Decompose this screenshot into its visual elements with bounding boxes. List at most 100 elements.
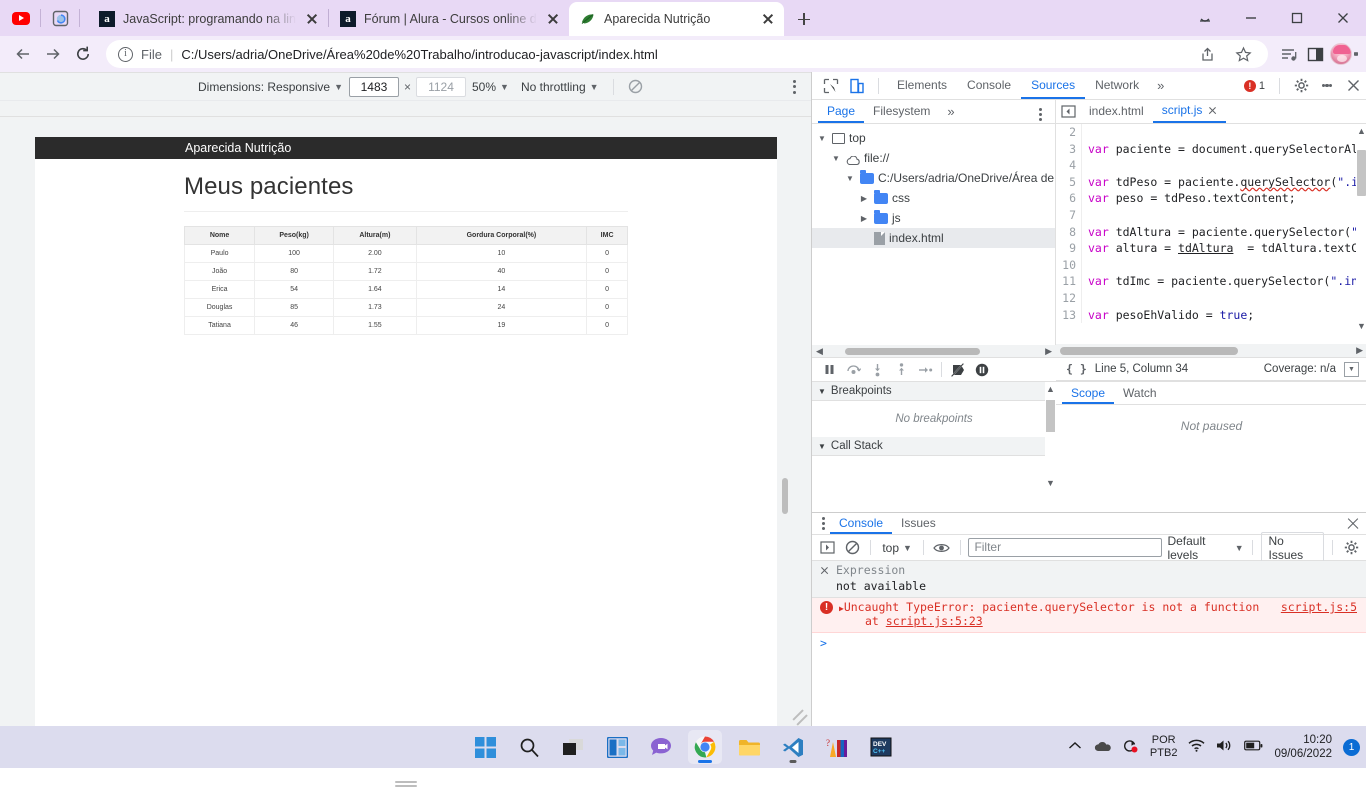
- viewport-resize-handle-bottom[interactable]: [395, 781, 417, 789]
- bookmark-star-icon[interactable]: [1230, 41, 1256, 67]
- close-icon[interactable]: [545, 11, 561, 27]
- media-list-icon[interactable]: [1276, 41, 1302, 67]
- scroll-up-icon[interactable]: ▲: [1046, 384, 1055, 394]
- log-levels-dropdown[interactable]: Default levels ▼: [1167, 534, 1243, 562]
- scroll-left-icon[interactable]: ◀: [812, 346, 827, 357]
- devtools-close-icon[interactable]: [1340, 73, 1366, 99]
- share-icon[interactable]: [1194, 41, 1220, 67]
- chevron-right-icon[interactable]: ▶: [858, 214, 870, 223]
- tab-console[interactable]: Console: [957, 72, 1021, 99]
- error-count-badge[interactable]: ! 1: [1237, 78, 1271, 93]
- notification-badge[interactable]: 1: [1343, 738, 1360, 756]
- live-expression-row[interactable]: Expression not available: [812, 561, 1366, 598]
- console-filter-input[interactable]: Filter: [968, 538, 1163, 557]
- windows-update-icon[interactable]: [1123, 739, 1139, 756]
- show-hidden-icons[interactable]: [1068, 741, 1082, 754]
- scrollbar-thumb[interactable]: [1060, 346, 1238, 355]
- pause-icon[interactable]: [818, 360, 840, 380]
- throttling-dropdown[interactable]: No throttling ▼: [515, 80, 605, 94]
- new-tab-button[interactable]: [790, 5, 818, 33]
- tab-scope[interactable]: Scope: [1062, 382, 1115, 404]
- rotate-disabled-icon[interactable]: [622, 79, 649, 94]
- editor-tab-index-html[interactable]: index.html: [1080, 100, 1153, 123]
- viewport-resize-handle-right[interactable]: [782, 478, 788, 514]
- language-indicator[interactable]: POR PTB2: [1150, 734, 1178, 760]
- volume-icon[interactable]: [1216, 739, 1233, 755]
- remove-expression-icon[interactable]: [820, 566, 829, 575]
- editor-tab-script-js[interactable]: script.js: [1152, 100, 1227, 123]
- browser-tab-2[interactable]: Aparecida Nutrição: [569, 2, 784, 36]
- tab-console-drawer[interactable]: Console: [830, 513, 893, 534]
- tree-node-file-origin[interactable]: ▼ file://: [812, 148, 1055, 168]
- minimize-window-icon[interactable]: [1182, 0, 1228, 36]
- scroll-down-icon[interactable]: ▼: [1357, 321, 1366, 331]
- tree-node-js[interactable]: ▶ js: [812, 208, 1055, 228]
- browser-tab-0[interactable]: a JavaScript: programando na lingu: [88, 2, 328, 36]
- tab-network[interactable]: Network: [1085, 72, 1149, 99]
- code-viewer[interactable]: 2 3 var paciente = document.querySelector…: [1056, 124, 1366, 333]
- format-braces-icon[interactable]: { }: [1056, 362, 1095, 376]
- forward-button[interactable]: [38, 39, 68, 69]
- task-view-button[interactable]: [556, 730, 590, 764]
- browser-menu-icon[interactable]: [1354, 41, 1358, 67]
- devcpp-taskbar-icon[interactable]: DEV C++: [864, 730, 898, 764]
- tree-node-css[interactable]: ▶ css: [812, 188, 1055, 208]
- pretty-print-icon[interactable]: ▼: [1344, 361, 1359, 377]
- step-over-icon[interactable]: [842, 360, 864, 380]
- tree-node-top[interactable]: ▼ top: [812, 128, 1055, 148]
- console-context-dropdown[interactable]: top ▼: [879, 541, 915, 555]
- console-error-message[interactable]: ! ▶Uncaught TypeError: paciente.querySel…: [812, 598, 1366, 633]
- widgets-button[interactable]: [600, 730, 634, 764]
- tab-issues[interactable]: Issues: [892, 513, 945, 534]
- callstack-section-header[interactable]: ▼ Call Stack: [812, 437, 1056, 456]
- navigator-overflow-icon[interactable]: »: [939, 104, 962, 119]
- close-icon[interactable]: [760, 11, 776, 27]
- navigator-horizontal-scrollbar[interactable]: ◀ ▶: [812, 345, 1056, 357]
- no-issues-button[interactable]: No Issues: [1260, 531, 1325, 564]
- device-more-options[interactable]: [793, 78, 797, 96]
- chevron-down-icon[interactable]: ▼: [816, 134, 828, 143]
- scrollbar-thumb[interactable]: [1046, 400, 1055, 432]
- tree-node-folder-root[interactable]: ▼ C:/Users/adria/OneDrive/Área de: [812, 168, 1055, 188]
- file-explorer-taskbar-icon[interactable]: [732, 730, 766, 764]
- reading-list-icon[interactable]: [47, 5, 73, 31]
- devtools-menu-icon[interactable]: [1314, 73, 1340, 99]
- address-bar[interactable]: i File | C:/Users/adria/OneDrive/Área%20…: [106, 40, 1268, 68]
- viewport-width-input[interactable]: 1483: [348, 76, 399, 97]
- chevron-down-icon[interactable]: ▼: [844, 174, 856, 183]
- onedrive-icon[interactable]: [1093, 740, 1112, 755]
- tab-page[interactable]: Page: [818, 100, 865, 123]
- scroll-right-icon[interactable]: ▶: [1041, 346, 1056, 357]
- youtube-icon[interactable]: [8, 5, 34, 31]
- search-button[interactable]: [512, 730, 546, 764]
- chevron-down-icon[interactable]: ▼: [830, 154, 842, 163]
- dimensions-preset-dropdown[interactable]: Dimensions: Responsive ▼: [192, 80, 349, 94]
- close-icon[interactable]: [304, 11, 320, 27]
- scrollbar-thumb[interactable]: [844, 347, 980, 355]
- gear-icon[interactable]: [1288, 73, 1314, 99]
- start-button[interactable]: [468, 730, 502, 764]
- viewport-resize-corner[interactable]: [792, 708, 808, 726]
- chevron-right-icon[interactable]: ▶: [858, 194, 870, 203]
- console-prompt[interactable]: >: [812, 633, 1366, 653]
- tab-sources[interactable]: Sources: [1021, 72, 1086, 99]
- maximize-window-icon[interactable]: [1228, 0, 1274, 36]
- avatar[interactable]: [1328, 41, 1354, 67]
- more-panels-icon[interactable]: »: [1149, 78, 1172, 93]
- tab-elements[interactable]: Elements: [887, 72, 957, 99]
- tab-watch[interactable]: Watch: [1114, 382, 1166, 404]
- restore-window-icon[interactable]: [1274, 0, 1320, 36]
- stack-link[interactable]: script.js:5:23: [886, 614, 983, 628]
- viewport-height-input[interactable]: 1124: [416, 76, 466, 97]
- scroll-right-icon[interactable]: ▶: [1352, 345, 1366, 356]
- tab-filesystem[interactable]: Filesystem: [864, 100, 939, 123]
- site-info-icon[interactable]: i: [118, 46, 133, 62]
- close-drawer-icon[interactable]: [1345, 516, 1361, 532]
- editor-horizontal-scrollbar[interactable]: ▶: [1056, 344, 1366, 357]
- breakpoints-section-header[interactable]: ▼ Breakpoints: [812, 382, 1056, 401]
- deactivate-breakpoints-icon[interactable]: [947, 360, 969, 380]
- debugger-vertical-scrollbar[interactable]: ▲ ▼: [1045, 382, 1056, 490]
- clear-console-icon[interactable]: [843, 538, 863, 558]
- chrome-taskbar-icon[interactable]: [688, 730, 722, 764]
- paint-taskbar-icon[interactable]: ?: [820, 730, 854, 764]
